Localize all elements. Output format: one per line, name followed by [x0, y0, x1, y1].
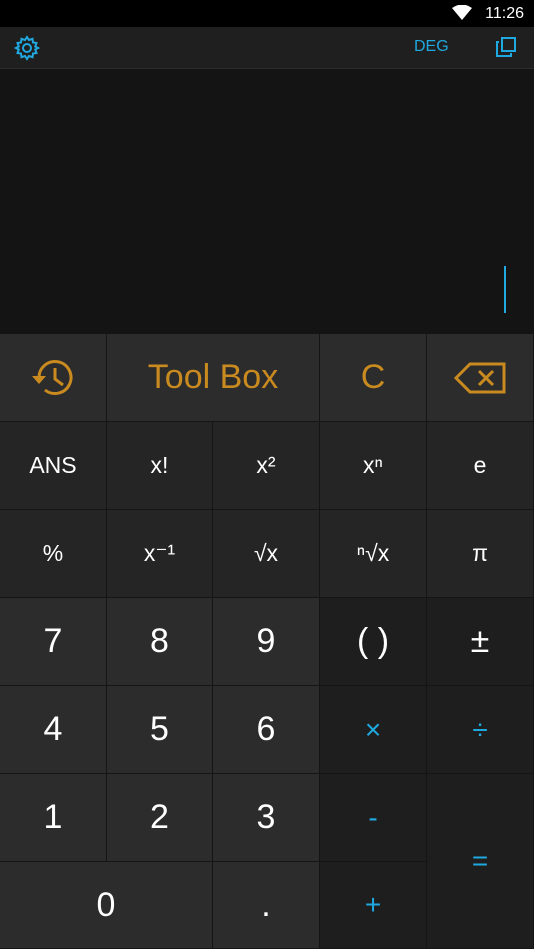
- expression-display[interactable]: [0, 69, 534, 334]
- backspace-icon: [453, 362, 506, 393]
- pi-key[interactable]: π: [427, 510, 534, 598]
- percent-key[interactable]: %: [0, 510, 107, 598]
- keypad: Tool Box C ANS x! x² xⁿ e % x⁻¹ √x ⁿ√x π…: [0, 334, 534, 949]
- minus-key[interactable]: -: [320, 774, 427, 862]
- multiply-key[interactable]: ×: [320, 686, 427, 774]
- reciprocal-key[interactable]: x⁻¹: [107, 510, 213, 598]
- plus-key[interactable]: +: [320, 862, 427, 949]
- history-button[interactable]: [0, 334, 107, 422]
- plus-minus-key[interactable]: ±: [427, 598, 534, 686]
- euler-key[interactable]: e: [427, 422, 534, 510]
- power-key[interactable]: xⁿ: [320, 422, 427, 510]
- history-icon: [32, 359, 73, 395]
- digit-0-key[interactable]: 0: [0, 862, 213, 949]
- digit-3-key[interactable]: 3: [213, 774, 320, 862]
- parentheses-key[interactable]: ( ): [320, 598, 427, 686]
- gear-icon[interactable]: [14, 35, 40, 61]
- clear-button[interactable]: C: [320, 334, 427, 422]
- sqrt-key[interactable]: √x: [213, 510, 320, 598]
- wifi-icon: [452, 5, 472, 20]
- angle-mode-button[interactable]: DEG: [414, 38, 449, 56]
- square-key[interactable]: x²: [213, 422, 320, 510]
- digit-6-key[interactable]: 6: [213, 686, 320, 774]
- digit-7-key[interactable]: 7: [0, 598, 107, 686]
- digit-1-key[interactable]: 1: [0, 774, 107, 862]
- digit-4-key[interactable]: 4: [0, 686, 107, 774]
- nth-root-key[interactable]: ⁿ√x: [320, 510, 427, 598]
- status-time: 11:26: [485, 5, 524, 22]
- decimal-key[interactable]: .: [213, 862, 320, 949]
- divide-key[interactable]: ÷: [427, 686, 534, 774]
- digit-5-key[interactable]: 5: [107, 686, 213, 774]
- copy-icon[interactable]: [495, 36, 517, 58]
- status-bar: 11:26: [0, 0, 534, 27]
- digit-8-key[interactable]: 8: [107, 598, 213, 686]
- text-cursor: [504, 266, 506, 313]
- equals-key[interactable]: =: [427, 774, 534, 949]
- toolbox-button[interactable]: Tool Box: [107, 334, 320, 422]
- ans-key[interactable]: ANS: [0, 422, 107, 510]
- top-toolbar: DEG: [0, 27, 534, 69]
- digit-9-key[interactable]: 9: [213, 598, 320, 686]
- digit-2-key[interactable]: 2: [107, 774, 213, 862]
- factorial-key[interactable]: x!: [107, 422, 213, 510]
- backspace-button[interactable]: [427, 334, 534, 422]
